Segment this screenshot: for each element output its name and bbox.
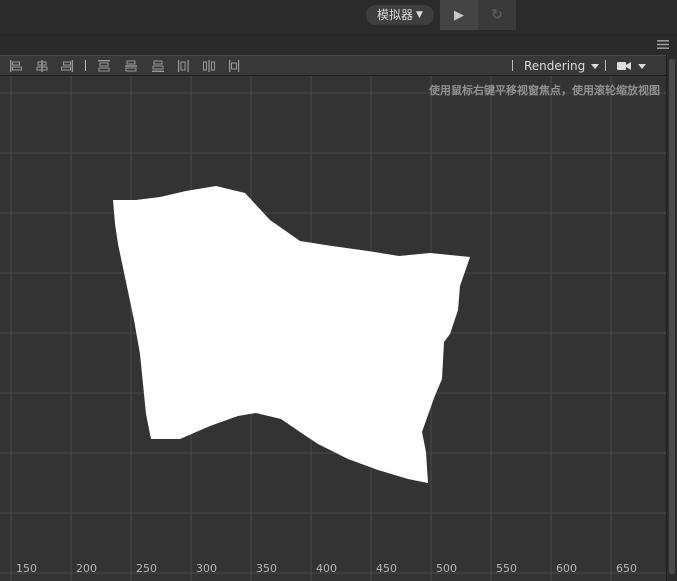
hamburger-menu-icon[interactable] (657, 40, 669, 49)
refresh-icon: ↻ (491, 7, 503, 23)
distribute-center-icon[interactable] (202, 59, 216, 73)
chevron-down-icon: ▼ (416, 10, 423, 20)
camera-dropdown[interactable] (617, 57, 646, 75)
toolbar-separator (512, 60, 513, 71)
x-axis-tick-label: 350 (256, 562, 277, 575)
simulator-label: 模拟器 (377, 8, 414, 22)
refresh-button[interactable]: ↻ (478, 0, 516, 30)
toolbar-separator (605, 60, 606, 71)
x-axis-tick-label: 400 (316, 562, 337, 575)
play-icon: ▶ (454, 7, 464, 23)
distribute-h-icon[interactable] (177, 59, 191, 73)
camera-icon (617, 62, 631, 70)
x-axis-tick-label: 150 (16, 562, 37, 575)
scene-toolbar: Rendering (0, 55, 666, 76)
align-top-icon[interactable] (97, 59, 111, 73)
align-left-icon[interactable] (9, 59, 23, 73)
scene-grid (0, 76, 666, 581)
toolbar-separator (85, 60, 86, 71)
rendering-dropdown[interactable]: Rendering (524, 57, 600, 75)
align-center-h-icon[interactable] (35, 59, 49, 73)
viewport-hint-text: 使用鼠标右键平移视窗焦点，使用滚轮缩放视图 (429, 84, 660, 97)
chevron-down-icon (638, 63, 646, 69)
x-axis-tick-label: 650 (616, 562, 637, 575)
rendering-label: Rendering (524, 59, 586, 73)
scene-panel-header (0, 34, 677, 55)
distribute-v-icon[interactable] (228, 59, 242, 73)
play-button[interactable]: ▶ (440, 0, 478, 30)
x-axis-tick-label: 500 (436, 562, 457, 575)
scene-viewport[interactable]: 使用鼠标右键平移视窗焦点，使用滚轮缩放视图 150 200 250 300 350 400… (0, 76, 666, 581)
x-axis-tick-label: 200 (76, 562, 97, 575)
simulator-dropdown[interactable]: 模拟器 ▼ (366, 5, 434, 25)
top-bar: 模拟器 ▼ ▶ ↻ (0, 0, 677, 34)
align-bottom-icon[interactable] (151, 59, 165, 73)
chevron-down-icon (591, 63, 600, 69)
x-axis-tick-label: 600 (556, 562, 577, 575)
x-axis-tick-label: 450 (376, 562, 397, 575)
x-axis-tick-label: 250 (136, 562, 157, 575)
scene-node-shape[interactable] (113, 186, 470, 483)
x-axis-tick-label: 300 (196, 562, 217, 575)
editor-window: 模拟器 ▼ ▶ ↻ Rendering 使用鼠标右键平移视窗焦点，使用滚轮缩放视… (0, 0, 677, 581)
scrollbar-thumb[interactable] (669, 59, 675, 574)
x-axis-tick-label: 550 (496, 562, 517, 575)
vertical-scrollbar[interactable] (666, 55, 677, 581)
align-right-icon[interactable] (60, 59, 74, 73)
align-middle-v-icon[interactable] (124, 59, 138, 73)
